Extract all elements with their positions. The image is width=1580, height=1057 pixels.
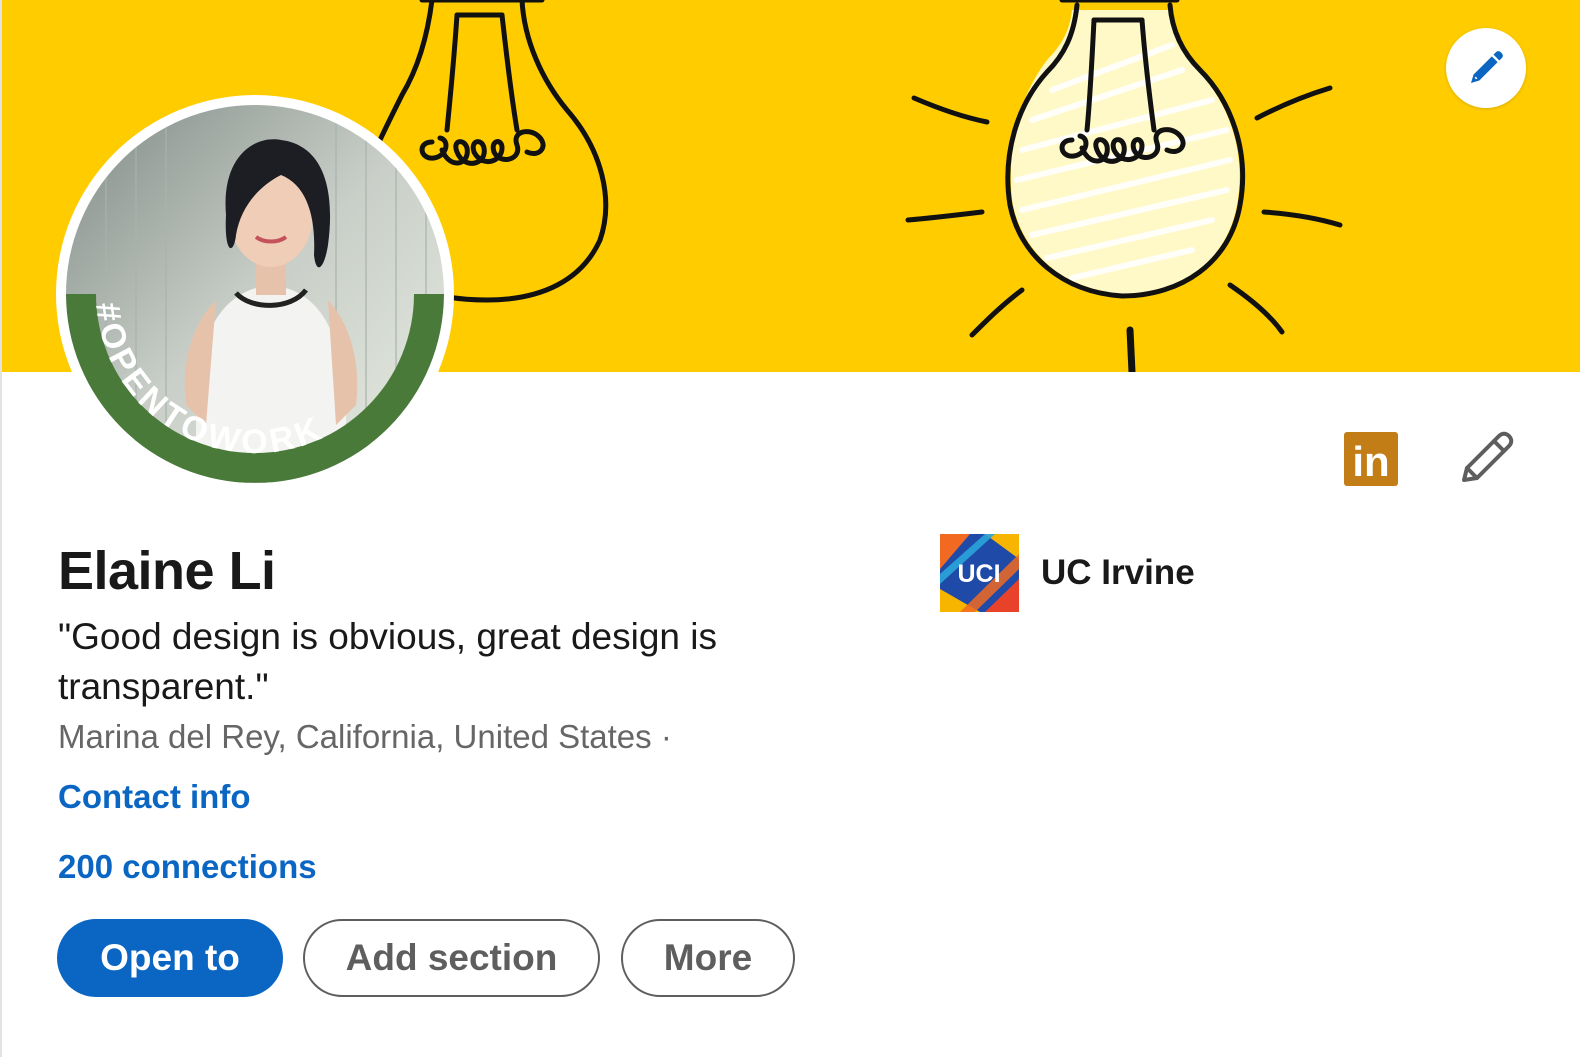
more-button[interactable]: More — [621, 919, 795, 997]
svg-text:in: in — [1352, 438, 1389, 485]
edit-intro-button[interactable] — [1454, 428, 1516, 490]
linkedin-icon: in — [1344, 432, 1398, 486]
profile-picture: #OPENTOWORK — [66, 105, 444, 483]
contact-info-link[interactable]: Contact info — [58, 778, 250, 816]
edit-cover-button[interactable] — [1446, 28, 1526, 108]
pencil-icon — [1462, 431, 1514, 482]
open-to-button[interactable]: Open to — [57, 919, 283, 997]
profile-card: #OPENTOWORK in Elaine Li "Good design is… — [0, 0, 1580, 1057]
location-separator: · — [660, 718, 672, 755]
profile-headline: "Good design is obvious, great design is… — [58, 616, 717, 707]
connections-link[interactable]: 200 connections — [58, 848, 317, 886]
school-logo: UCI — [940, 534, 1019, 612]
location-text: Marina del Rey, California, United State… — [58, 718, 652, 755]
pencil-icon — [1471, 51, 1503, 83]
education-link[interactable]: UCI UC Irvine — [940, 534, 1195, 612]
linkedin-badge-button[interactable]: in — [1344, 432, 1398, 486]
school-name: UC Irvine — [1041, 553, 1195, 592]
uci-logo-icon: UCI — [940, 534, 1019, 612]
location-row: Marina del Rey, California, United State… — [58, 718, 672, 756]
profile-name: Elaine Li — [58, 541, 276, 601]
avatar: #OPENTOWORK — [66, 105, 444, 483]
svg-text:UCI: UCI — [957, 560, 1000, 588]
profile-photo[interactable]: #OPENTOWORK — [56, 95, 454, 493]
add-section-button[interactable]: Add section — [303, 919, 600, 997]
